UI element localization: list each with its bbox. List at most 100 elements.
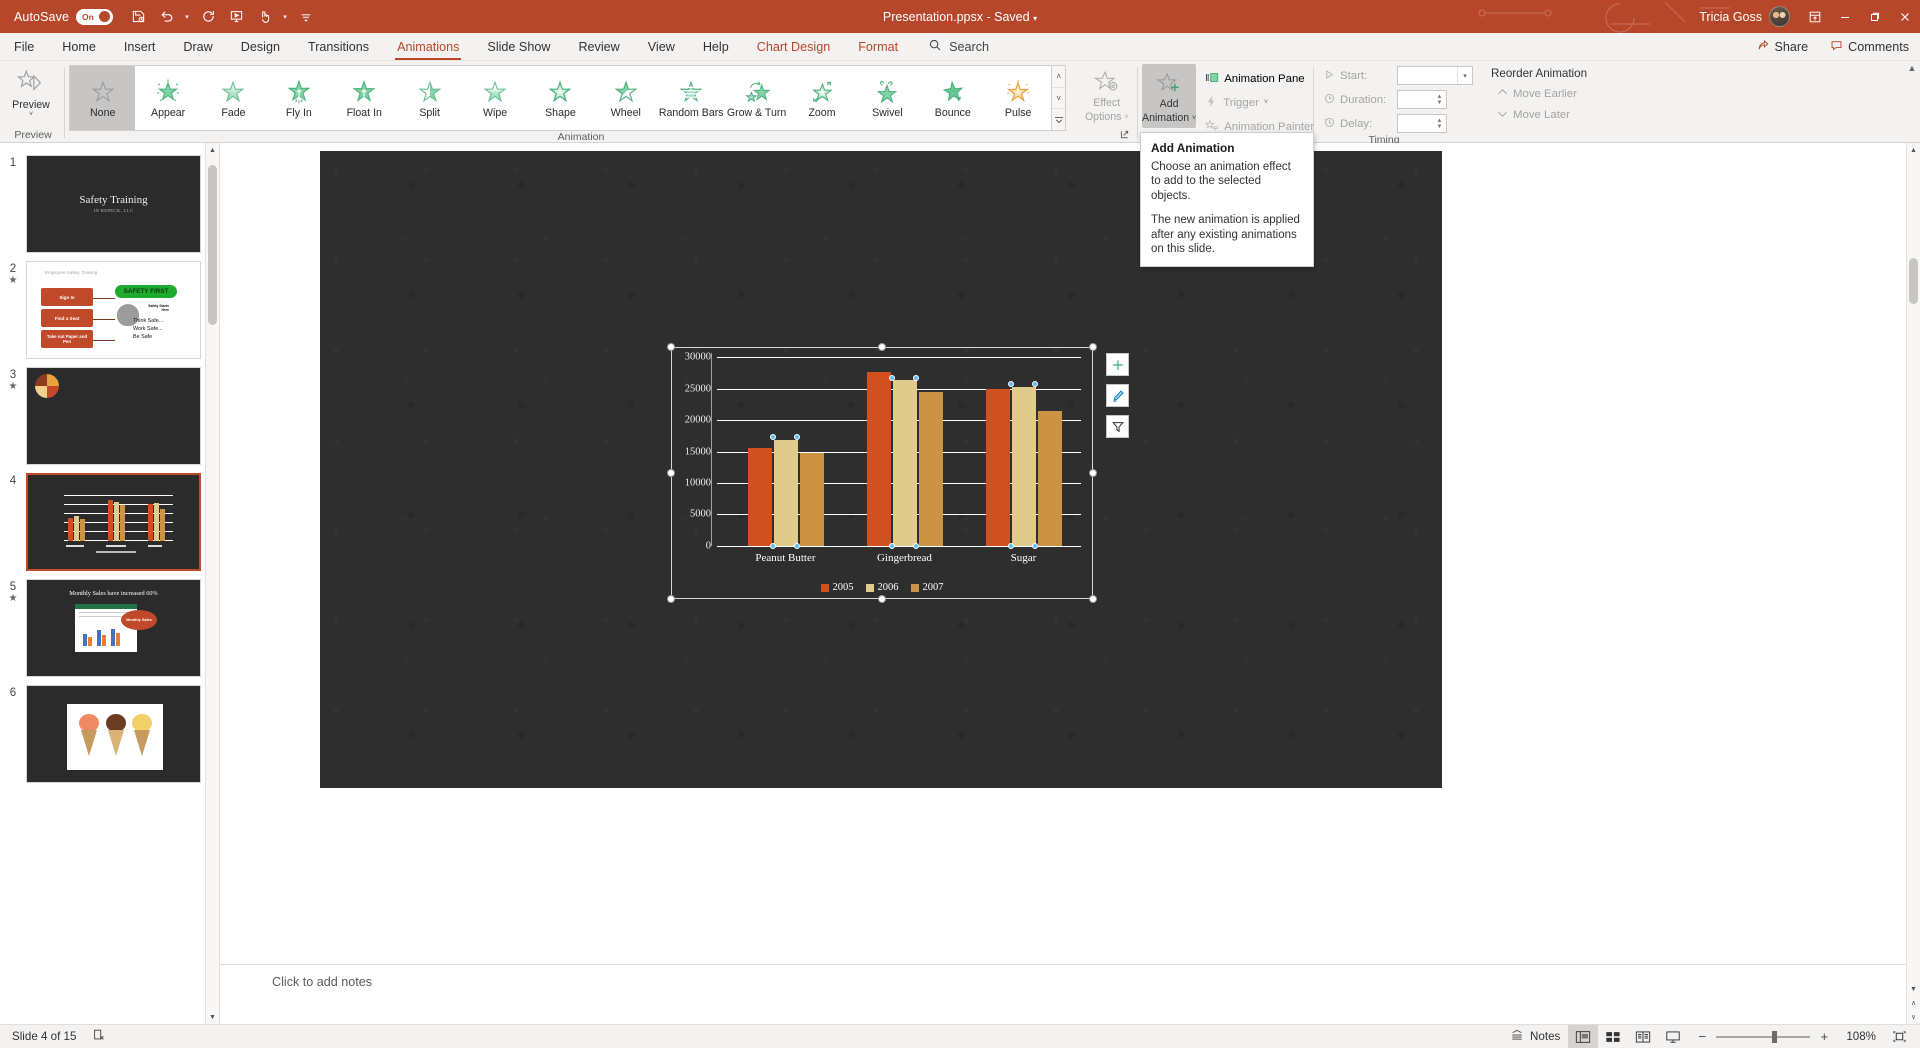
resize-handle-bottom-center[interactable] [878, 595, 886, 603]
bar-2005-gingerbread[interactable] [867, 372, 891, 546]
tab-file[interactable]: File [0, 33, 48, 60]
animation-effect-zoom[interactable]: Zoom [789, 66, 854, 130]
document-file-name[interactable]: Presentation.ppsx [883, 10, 983, 24]
animation-effect-pulse[interactable]: Pulse [985, 66, 1050, 130]
animation-effect-grow-and-turn[interactable]: Grow & Turn [724, 66, 789, 130]
slide-thumbnail-4[interactable] [26, 473, 201, 571]
animation-indicator-3[interactable]: ★ [9, 382, 18, 391]
touch-mode-icon[interactable] [251, 5, 277, 29]
bar-2007-sugar[interactable] [1038, 411, 1062, 546]
legend-item-2005[interactable]: 2005 [821, 582, 854, 593]
tab-format[interactable]: Format [844, 33, 912, 60]
notes-pane[interactable]: Click to add notes [220, 964, 1920, 1024]
undo-icon[interactable] [153, 5, 179, 29]
gallery-scroll-down-button[interactable]: ˅ [1052, 88, 1066, 110]
accessibility-checker-button[interactable] [84, 1025, 114, 1048]
resize-handle-top-center[interactable] [878, 343, 886, 351]
chart-object[interactable]: 0 5000 10000 15000 20000 25000 30000 [671, 347, 1093, 599]
slide-sorter-button[interactable] [1598, 1025, 1628, 1048]
thumbnail-scroll-thumb[interactable] [208, 165, 217, 325]
animation-effect-wheel[interactable]: Wheel [593, 66, 658, 130]
animation-indicator-5[interactable]: ★ [9, 594, 18, 603]
animation-effect-none[interactable]: None [70, 66, 135, 130]
tab-design[interactable]: Design [227, 33, 294, 60]
thumbnail-row-1[interactable]: 1 Safety Training IN REPECK, LLC [0, 151, 219, 257]
animation-effect-split[interactable]: Split [397, 66, 462, 130]
animation-indicator-2[interactable]: ★ [9, 276, 18, 285]
series-point-handle-2006-sg-right[interactable] [1032, 381, 1038, 387]
animation-effect-wipe[interactable]: Wipe [462, 66, 527, 130]
tab-review[interactable]: Review [564, 33, 633, 60]
animation-pane-button[interactable]: Animation Pane [1200, 68, 1319, 89]
slide-thumbnail-1[interactable]: Safety Training IN REPECK, LLC [26, 155, 201, 253]
avatar[interactable] [1769, 6, 1790, 27]
ribbon-collapse-icon[interactable]: ▲ [1908, 63, 1917, 73]
legend-item-2007[interactable]: 2007 [911, 582, 944, 593]
preview-button[interactable]: Preview ˅ [2, 64, 60, 118]
slide-thumbnail-3[interactable] [26, 367, 201, 465]
trigger-button[interactable]: Trigger ˅ [1200, 92, 1319, 113]
legend-item-2006[interactable]: 2006 [866, 582, 899, 593]
user-name[interactable]: Tricia Goss [1699, 10, 1762, 24]
close-button[interactable] [1890, 0, 1920, 33]
comments-button[interactable]: Comments [1819, 33, 1920, 60]
series-point-handle-2006-pb-right[interactable] [794, 434, 800, 440]
restore-button[interactable] [1860, 0, 1890, 33]
normal-view-button[interactable] [1568, 1025, 1598, 1048]
start-slideshow-icon[interactable] [223, 5, 249, 29]
add-animation-button[interactable]: Add Animation ˅ [1142, 64, 1196, 128]
zoom-slider[interactable]: − + [1688, 1029, 1838, 1044]
tab-animations[interactable]: Animations [383, 33, 473, 60]
zoom-in-button[interactable]: + [1818, 1029, 1830, 1044]
resize-handle-bottom-right[interactable] [1089, 595, 1097, 603]
fit-to-window-button[interactable] [1884, 1025, 1914, 1048]
previous-slide-button[interactable]: ∧ [1907, 996, 1920, 1010]
slide-thumbnail-2[interactable]: Employee Safety Training Sign In Find a … [26, 261, 201, 359]
animation-effect-appear[interactable]: Appear [135, 66, 200, 130]
move-earlier-button[interactable]: Move Earlier [1487, 83, 1587, 104]
zoom-level-button[interactable]: 108% [1838, 1025, 1884, 1048]
animation-effect-random-bars[interactable]: Random Bars [659, 66, 724, 130]
chart-legend[interactable]: 2005 2006 2007 [671, 582, 1093, 593]
thumbnail-row-5[interactable]: 5 ★ Monthly Sales have increased 60% [0, 575, 219, 681]
resize-handle-middle-right[interactable] [1089, 469, 1097, 477]
tab-transitions[interactable]: Transitions [294, 33, 383, 60]
animation-effect-float-in[interactable]: Float In [332, 66, 397, 130]
chart-styles-button[interactable] [1106, 384, 1129, 407]
customize-quick-access-icon[interactable] [293, 5, 319, 29]
tab-help[interactable]: Help [689, 33, 743, 60]
share-button[interactable]: Share [1746, 33, 1820, 60]
minimize-button[interactable] [1830, 0, 1860, 33]
editor-scroll-thumb[interactable] [1909, 258, 1918, 304]
thumbnail-row-2[interactable]: 2 ★ Employee Safety Training Sign In Fin… [0, 257, 219, 363]
save-icon[interactable] [125, 5, 151, 29]
title-dropdown-caret[interactable]: ▾ [1033, 14, 1037, 23]
chart-filters-button[interactable] [1106, 415, 1129, 438]
editor-scroll-up-button[interactable]: ▲ [1907, 143, 1920, 157]
bar-2005-sugar[interactable] [986, 389, 1010, 546]
animation-gallery-scrollbar[interactable]: ˄ ˅ [1051, 66, 1066, 130]
series-point-handle-2006-sg-base-left[interactable] [1008, 543, 1014, 549]
redo-icon[interactable] [195, 5, 221, 29]
bar-2006-sugar[interactable] [1012, 387, 1036, 546]
zoom-knob[interactable] [1772, 1031, 1777, 1043]
resize-handle-bottom-left[interactable] [667, 595, 675, 603]
thumbnail-row-6[interactable]: 6 [0, 681, 219, 787]
preview-caret-icon[interactable]: ˅ [29, 111, 33, 118]
animation-effect-swivel[interactable]: Swivel [855, 66, 920, 130]
series-point-handle-2006-gb-right[interactable] [913, 375, 919, 381]
move-later-button[interactable]: Move Later [1487, 104, 1587, 125]
next-slide-button[interactable]: ∨ [1907, 1010, 1920, 1024]
slideshow-button[interactable] [1658, 1025, 1688, 1048]
touch-mode-dropdown-caret[interactable]: ▾ [279, 13, 291, 21]
notes-button[interactable]: Notes [1502, 1025, 1568, 1048]
gallery-scroll-up-button[interactable]: ˄ [1052, 66, 1066, 88]
bar-2006-gingerbread[interactable] [893, 380, 917, 546]
delay-spinbox[interactable]: ▲▼ [1397, 114, 1447, 133]
chart-elements-button[interactable] [1106, 353, 1129, 376]
bar-2005-peanut-butter[interactable] [748, 448, 772, 546]
thumbnail-scrollbar[interactable]: ▲ ▼ [205, 143, 219, 1024]
search-box[interactable]: Search [912, 33, 1001, 60]
document-save-state[interactable]: Saved [994, 10, 1029, 24]
undo-dropdown-caret[interactable]: ▾ [181, 13, 193, 21]
